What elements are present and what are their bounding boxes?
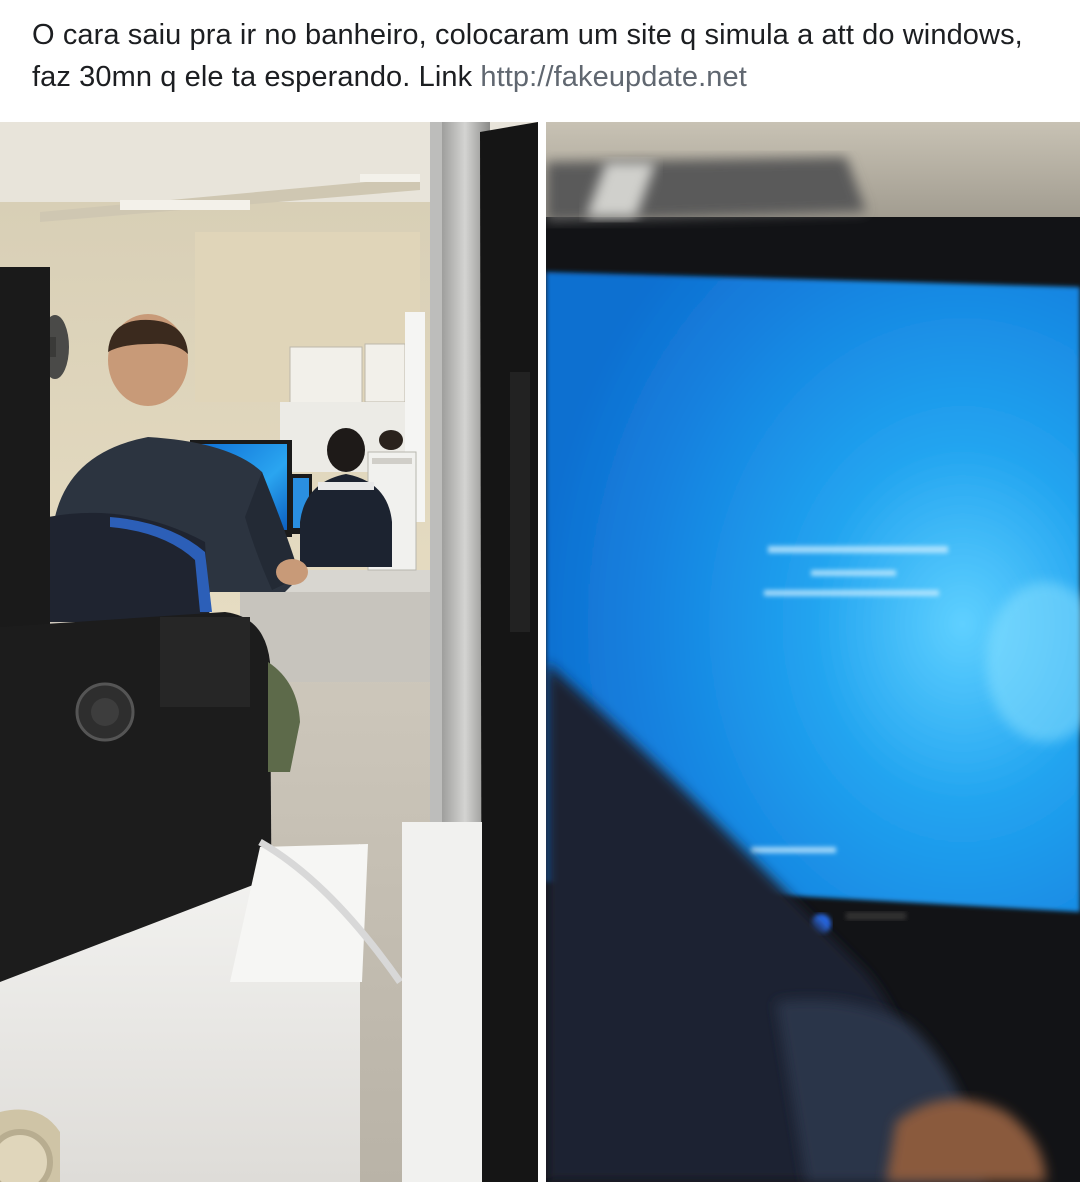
social-post: O cara saiu pra ir no banheiro, colocara… <box>0 0 1080 1182</box>
post-caption: O cara saiu pra ir no banheiro, colocara… <box>32 14 1052 98</box>
classroom-photo[interactable] <box>0 122 538 1182</box>
fakeupdate-link[interactable]: http://fakeupdate.net <box>480 61 747 93</box>
photo-collage[interactable] <box>0 122 1080 1182</box>
photo-divider <box>538 122 546 1182</box>
monitor-closeup-photo[interactable] <box>546 122 1080 1182</box>
